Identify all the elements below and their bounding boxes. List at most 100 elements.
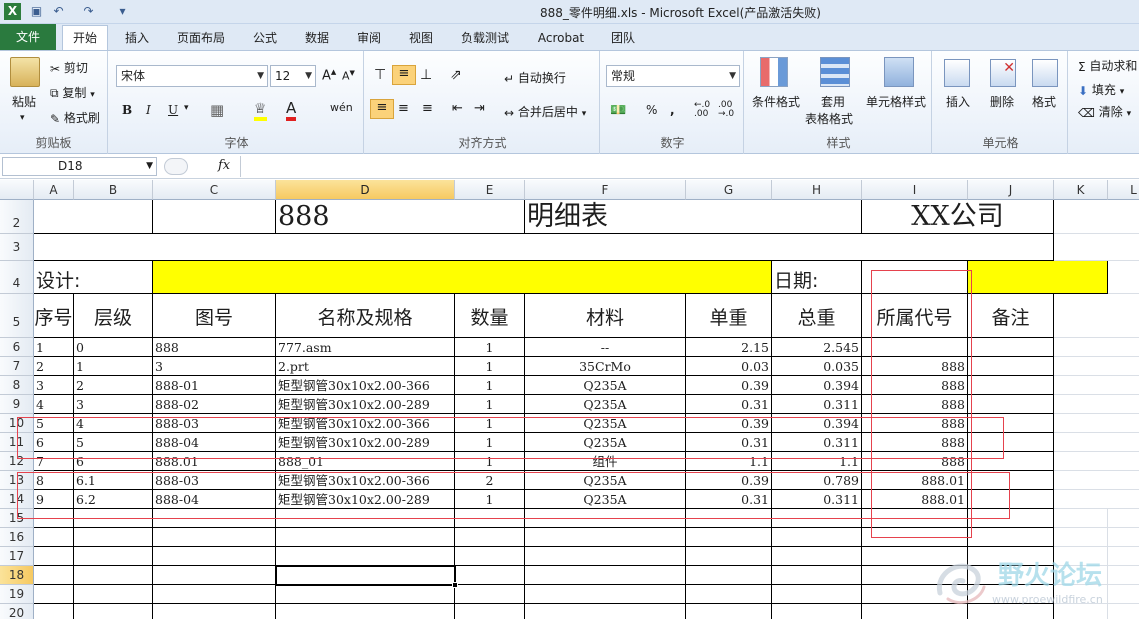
table-header-cell[interactable]: 序号 — [34, 294, 74, 338]
table-cell[interactable]: 888 — [862, 452, 968, 471]
percent-icon[interactable]: % — [646, 103, 657, 117]
customize-quick-access-icon[interactable]: ▾ — [114, 3, 131, 20]
fill-color-icon[interactable]: ♕ — [254, 101, 267, 121]
row-header-12[interactable]: 12 — [0, 452, 34, 471]
table-cell[interactable]: 5 — [34, 414, 74, 433]
column-header-e[interactable]: E — [455, 180, 525, 200]
empty-cell[interactable] — [686, 566, 772, 585]
empty-cell[interactable] — [74, 509, 153, 528]
row-header-5[interactable]: 5 — [0, 294, 34, 338]
empty-cell[interactable] — [74, 585, 153, 604]
column-header-j[interactable]: J — [968, 180, 1054, 200]
row-header-18[interactable]: 18 — [0, 566, 34, 585]
table-cell[interactable]: 0.394 — [772, 376, 862, 395]
empty-cell[interactable] — [772, 509, 862, 528]
empty-cell[interactable] — [276, 509, 455, 528]
table-cell[interactable] — [968, 471, 1054, 490]
number-format-select[interactable]: 常规 ▼ — [606, 65, 740, 87]
format-button[interactable]: 格式 — [1032, 93, 1056, 110]
copy-button[interactable]: ⧉ 复制 ▾ — [50, 84, 95, 101]
empty-cell[interactable] — [686, 585, 772, 604]
cell[interactable] — [1054, 433, 1139, 452]
row-header-3[interactable]: 3 — [0, 234, 34, 261]
table-cell[interactable]: 1 — [74, 357, 153, 376]
table-cell[interactable]: 888-03 — [153, 414, 276, 433]
table-cell[interactable]: 矩型钢管30x10x2.00-366 — [276, 471, 455, 490]
row-header-17[interactable]: 17 — [0, 547, 34, 566]
table-cell[interactable]: 0.311 — [772, 490, 862, 509]
empty-cell[interactable] — [525, 547, 686, 566]
table-cell[interactable]: 1 — [455, 490, 525, 509]
table-cell[interactable]: 888-04 — [153, 433, 276, 452]
table-cell[interactable]: 0.311 — [772, 395, 862, 414]
row-header-11[interactable]: 11 — [0, 433, 34, 452]
grow-font-icon[interactable]: A▲ — [322, 68, 336, 83]
table-cell[interactable]: 2 — [74, 376, 153, 395]
empty-cell[interactable] — [455, 528, 525, 547]
insert-function-icon[interactable]: fx — [218, 158, 230, 173]
table-header-cell[interactable]: 层级 — [74, 294, 153, 338]
table-cell[interactable] — [968, 338, 1054, 357]
empty-cell[interactable] — [686, 604, 772, 619]
cell[interactable] — [1054, 452, 1139, 471]
cell[interactable] — [1054, 357, 1139, 376]
empty-cell[interactable] — [74, 547, 153, 566]
tab-insert[interactable]: 插入 — [114, 26, 160, 50]
table-cell[interactable]: Q235A — [525, 433, 686, 452]
empty-cell[interactable] — [455, 566, 525, 585]
empty-cell[interactable] — [862, 528, 968, 547]
empty-cell[interactable] — [772, 566, 862, 585]
delete-cells-icon[interactable]: ✕ — [990, 59, 1016, 87]
table-cell[interactable]: 5 — [74, 433, 153, 452]
table-cell[interactable]: 2.545 — [772, 338, 862, 357]
header-company[interactable]: XX公司 — [862, 200, 1054, 234]
empty-cell[interactable] — [276, 566, 455, 585]
spacer-row-cell[interactable] — [34, 234, 1054, 261]
increase-indent-icon[interactable]: ⇥ — [474, 101, 485, 116]
empty-cell[interactable] — [862, 509, 968, 528]
empty-cell[interactable] — [153, 528, 276, 547]
paste-icon[interactable] — [10, 57, 40, 87]
bold-button[interactable]: B — [122, 103, 132, 117]
orientation-icon[interactable]: ⇗ — [450, 67, 462, 83]
empty-cell[interactable] — [525, 509, 686, 528]
table-header-cell[interactable]: 总重 — [772, 294, 862, 338]
table-cell[interactable]: 888-04 — [153, 490, 276, 509]
date-label[interactable]: 日期: — [772, 261, 862, 294]
table-header-cell[interactable]: 单重 — [686, 294, 772, 338]
decrease-indent-icon[interactable]: ⇤ — [452, 101, 463, 116]
delete-button[interactable]: 删除 — [990, 93, 1014, 110]
align-center-icon[interactable]: ≡ — [398, 101, 409, 116]
empty-cell[interactable] — [34, 604, 74, 619]
tab-review[interactable]: 审阅 — [346, 26, 392, 50]
select-all-corner[interactable] — [0, 180, 34, 200]
table-cell[interactable]: 1.1 — [772, 452, 862, 471]
table-header-cell[interactable]: 数量 — [455, 294, 525, 338]
table-cell[interactable]: 2 — [34, 357, 74, 376]
insert-cells-icon[interactable] — [944, 59, 970, 87]
empty-cell[interactable] — [455, 585, 525, 604]
cell-styles-button[interactable]: 单元格样式 — [866, 93, 926, 110]
table-cell[interactable]: 矩型钢管30x10x2.00-289 — [276, 433, 455, 452]
cut-button[interactable]: ✂ 剪切 — [50, 59, 88, 76]
column-header-c[interactable]: C — [153, 180, 276, 200]
row-header-14[interactable]: 14 — [0, 490, 34, 509]
table-cell[interactable]: 1 — [455, 395, 525, 414]
table-cell[interactable]: 8 — [34, 471, 74, 490]
merge-center-button[interactable]: ↔ 合并后居中 ▾ — [504, 103, 586, 120]
increase-decimal-icon[interactable]: ←.0.00 — [694, 101, 710, 119]
empty-cell[interactable] — [34, 547, 74, 566]
empty-cell[interactable] — [525, 604, 686, 619]
table-cell[interactable]: 888-01 — [153, 376, 276, 395]
table-cell[interactable]: 7 — [34, 452, 74, 471]
row-header-20[interactable]: 20 — [0, 604, 34, 619]
decrease-decimal-icon[interactable]: .00 →.0 — [718, 101, 734, 119]
fill-button[interactable]: ⬇ 填充 ▾ — [1078, 81, 1124, 98]
empty-cell[interactable] — [1054, 509, 1108, 528]
empty-cell[interactable] — [34, 509, 74, 528]
table-cell[interactable] — [968, 357, 1054, 376]
accounting-format-icon[interactable]: 💵 — [610, 103, 626, 118]
row-header-10[interactable]: 10 — [0, 414, 34, 433]
font-name-select[interactable]: 宋体 ▼ — [116, 65, 268, 87]
cell[interactable] — [1054, 471, 1139, 490]
